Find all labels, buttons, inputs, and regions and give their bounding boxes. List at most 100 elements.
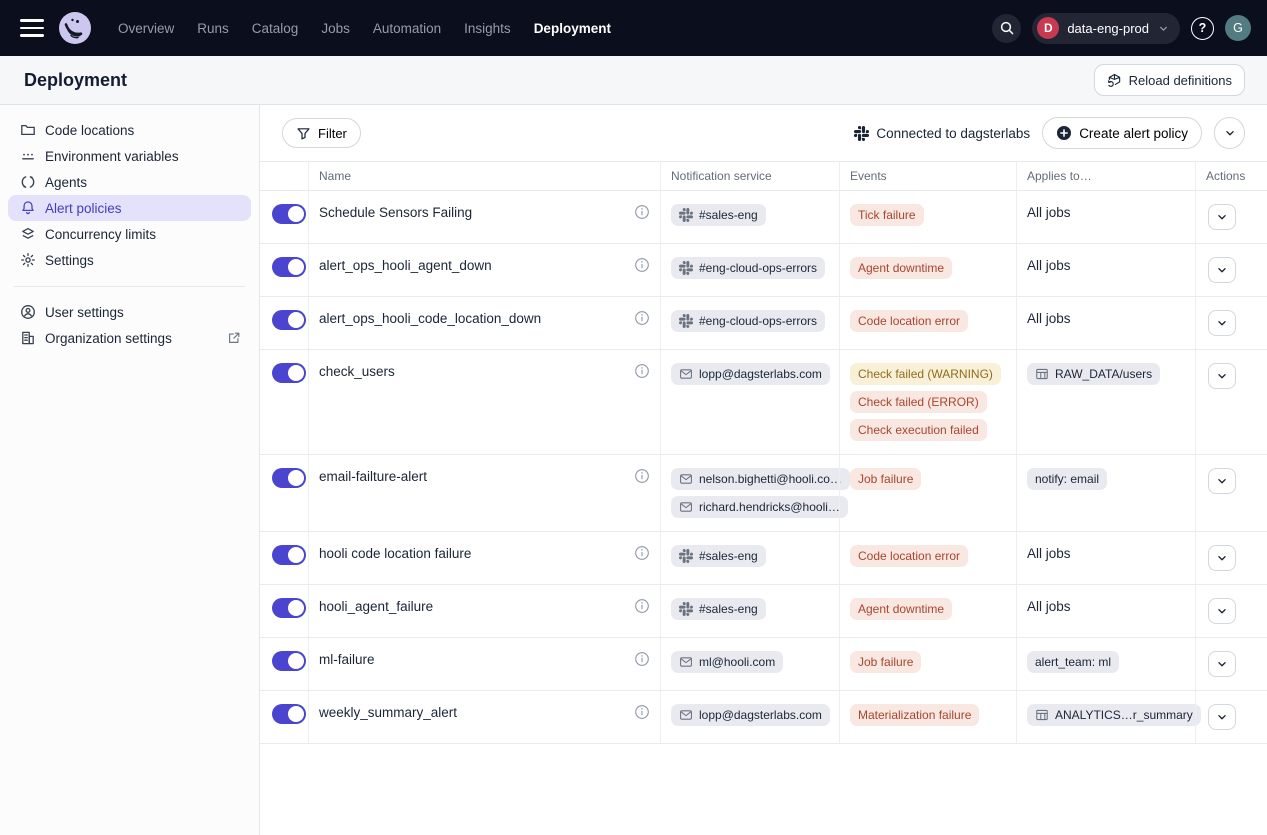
column-header-toggle bbox=[260, 162, 308, 190]
sidebar-item-user-settings[interactable]: User settings bbox=[8, 299, 251, 325]
sidebar-item-environment-variables[interactable]: Environment variables bbox=[8, 143, 251, 169]
nav-item-catalog[interactable]: Catalog bbox=[248, 15, 303, 42]
alert-policy-name: Schedule Sensors Failing bbox=[319, 204, 472, 220]
nav-item-automation[interactable]: Automation bbox=[369, 15, 445, 42]
info-icon[interactable] bbox=[634, 598, 650, 614]
row-actions-button[interactable] bbox=[1208, 310, 1236, 336]
nav-item-deployment[interactable]: Deployment bbox=[530, 15, 615, 42]
nav-item-overview[interactable]: Overview bbox=[114, 15, 178, 42]
row-actions-button[interactable] bbox=[1208, 651, 1236, 677]
slack-connection-status: Connected to dagsterlabs bbox=[854, 126, 1030, 141]
sidebar-item-concurrency-limits[interactable]: Concurrency limits bbox=[8, 221, 251, 247]
event-badge: Check failed (ERROR) bbox=[850, 391, 987, 413]
info-icon[interactable] bbox=[634, 310, 650, 326]
more-options-button[interactable] bbox=[1214, 117, 1245, 149]
sidebar-item-label: User settings bbox=[45, 305, 124, 320]
user-avatar[interactable]: G bbox=[1225, 15, 1251, 41]
alert-enabled-toggle[interactable] bbox=[272, 468, 306, 488]
row-actions-button[interactable] bbox=[1208, 598, 1236, 624]
alert-enabled-toggle[interactable] bbox=[272, 204, 306, 224]
row-actions-button[interactable] bbox=[1208, 545, 1236, 571]
notification-label: #eng-cloud-ops-errors bbox=[699, 313, 817, 329]
sidebar-item-alert-policies[interactable]: Alert policies bbox=[8, 195, 251, 221]
notification-list: #eng-cloud-ops-errors bbox=[671, 257, 829, 279]
notification-list: #eng-cloud-ops-errors bbox=[671, 310, 829, 332]
event-list: Job failure bbox=[850, 468, 1006, 490]
info-icon[interactable] bbox=[634, 704, 650, 720]
events-cell: Code location error bbox=[839, 297, 1016, 349]
sidebar-item-agents[interactable]: Agents bbox=[8, 169, 251, 195]
notification-list: #sales-eng bbox=[671, 204, 829, 226]
alert-enabled-toggle[interactable] bbox=[272, 651, 306, 671]
layers-icon bbox=[20, 226, 36, 242]
applies-to-text: All jobs bbox=[1027, 257, 1071, 273]
alert-enabled-toggle[interactable] bbox=[272, 598, 306, 618]
alert-enabled-toggle[interactable] bbox=[272, 704, 306, 724]
row-actions-button[interactable] bbox=[1208, 468, 1236, 494]
row-actions-button[interactable] bbox=[1208, 363, 1236, 389]
search-icon bbox=[999, 20, 1015, 36]
toggle-cell bbox=[260, 638, 308, 690]
alert-enabled-toggle[interactable] bbox=[272, 257, 306, 277]
events-cell: Code location error bbox=[839, 532, 1016, 584]
help-button[interactable]: ? bbox=[1191, 17, 1214, 40]
nav-item-jobs[interactable]: Jobs bbox=[317, 15, 354, 42]
alert-policies-table: NameNotification serviceEventsApplies to… bbox=[260, 161, 1267, 744]
search-button[interactable] bbox=[992, 14, 1021, 43]
notification-list: #sales-eng bbox=[671, 598, 829, 620]
folder-icon bbox=[20, 122, 36, 138]
alert-enabled-toggle[interactable] bbox=[272, 363, 306, 383]
table-row: Schedule Sensors Failing#sales-engTick f… bbox=[260, 191, 1267, 244]
row-actions-button[interactable] bbox=[1208, 257, 1236, 283]
sidebar-item-code-locations[interactable]: Code locations bbox=[8, 117, 251, 143]
toggle-cell bbox=[260, 191, 308, 243]
info-icon[interactable] bbox=[634, 363, 650, 379]
info-icon[interactable] bbox=[634, 651, 650, 667]
event-list: Code location error bbox=[850, 545, 1006, 567]
email-icon bbox=[679, 472, 693, 486]
events-cell: Job failure bbox=[839, 455, 1016, 531]
workspace-switcher[interactable]: D data-eng-prod bbox=[1032, 13, 1180, 44]
dagster-logo-icon[interactable] bbox=[58, 11, 92, 45]
sidebar-item-organization-settings[interactable]: Organization settings bbox=[8, 325, 251, 351]
toggle-cell bbox=[260, 244, 308, 296]
info-icon[interactable] bbox=[634, 257, 650, 273]
email-icon bbox=[679, 655, 693, 669]
event-badge: Check failed (WARNING) bbox=[850, 363, 1001, 385]
applies-to-label: notify: email bbox=[1035, 471, 1099, 487]
notification-tag: #eng-cloud-ops-errors bbox=[671, 257, 825, 279]
events-cell: Job failure bbox=[839, 638, 1016, 690]
reload-definitions-button[interactable]: Reload definitions bbox=[1094, 64, 1245, 96]
applies-to-tag: RAW_DATA/users bbox=[1027, 363, 1160, 385]
notification-label: lopp@dagsterlabs.com bbox=[699, 366, 822, 382]
nav-item-insights[interactable]: Insights bbox=[460, 15, 515, 42]
sidebar-item-settings[interactable]: Settings bbox=[8, 247, 251, 273]
filter-button[interactable]: Filter bbox=[282, 118, 361, 148]
hamburger-menu-icon[interactable] bbox=[20, 19, 44, 37]
info-icon[interactable] bbox=[634, 204, 650, 220]
row-actions-button[interactable] bbox=[1208, 204, 1236, 230]
notification-tag: #sales-eng bbox=[671, 545, 766, 567]
alert-policy-name: weekly_summary_alert bbox=[319, 704, 457, 720]
notification-service-cell: #eng-cloud-ops-errors bbox=[660, 244, 839, 296]
notification-label: nelson.bighetti@hooli.co… bbox=[699, 471, 842, 487]
table-row: email-failture-alertnelson.bighetti@hool… bbox=[260, 455, 1267, 532]
actions-cell bbox=[1195, 455, 1267, 531]
table-row: ml-failureml@hooli.comJob failurealert_t… bbox=[260, 638, 1267, 691]
nav-item-runs[interactable]: Runs bbox=[193, 15, 233, 42]
table-row: alert_ops_hooli_code_location_down#eng-c… bbox=[260, 297, 1267, 350]
row-actions-button[interactable] bbox=[1208, 704, 1236, 730]
applies-to-cell: notify: email bbox=[1016, 455, 1195, 531]
slack-icon bbox=[679, 314, 693, 328]
info-icon[interactable] bbox=[634, 545, 650, 561]
name-cell: Schedule Sensors Failing bbox=[308, 191, 660, 243]
applies-to-cell: All jobs bbox=[1016, 297, 1195, 349]
create-alert-policy-button[interactable]: Create alert policy bbox=[1042, 117, 1202, 149]
notification-list: nelson.bighetti@hooli.co…richard.hendric… bbox=[671, 468, 829, 518]
chevron-down-icon bbox=[1215, 210, 1229, 224]
slack-icon bbox=[679, 602, 693, 616]
chevron-down-icon bbox=[1215, 369, 1229, 383]
alert-enabled-toggle[interactable] bbox=[272, 545, 306, 565]
alert-enabled-toggle[interactable] bbox=[272, 310, 306, 330]
info-icon[interactable] bbox=[634, 468, 650, 484]
